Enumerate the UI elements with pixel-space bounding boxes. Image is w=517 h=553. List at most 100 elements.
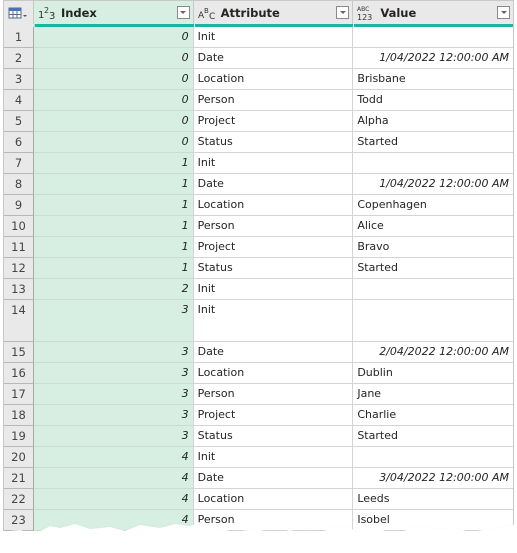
row-number[interactable]: 13 bbox=[4, 279, 34, 300]
cell-index[interactable]: 4 bbox=[33, 447, 194, 468]
cell-attribute[interactable]: Person bbox=[193, 90, 354, 111]
cell-index[interactable]: 1 bbox=[33, 258, 194, 279]
cell-attribute[interactable]: Date bbox=[193, 174, 354, 195]
row-number[interactable]: 3 bbox=[4, 69, 34, 90]
row-number[interactable]: 12 bbox=[4, 258, 34, 279]
row-number[interactable]: 21 bbox=[4, 468, 34, 489]
cell-index[interactable]: 4 bbox=[33, 489, 194, 510]
cell-attribute[interactable]: Person bbox=[193, 216, 354, 237]
table-row[interactable]: 14 3 Init bbox=[3, 300, 514, 342]
cell-value[interactable]: Jane bbox=[353, 384, 514, 405]
column-header-value[interactable]: ABC 123 Value bbox=[353, 1, 513, 24]
cell-attribute[interactable]: Location bbox=[193, 69, 354, 90]
cell-index[interactable]: 0 bbox=[33, 69, 194, 90]
cell-value[interactable] bbox=[353, 153, 514, 174]
row-number[interactable]: 17 bbox=[4, 384, 34, 405]
cell-index[interactable]: 1 bbox=[33, 195, 194, 216]
cell-attribute[interactable]: Init bbox=[193, 279, 354, 300]
cell-attribute[interactable]: Date bbox=[193, 342, 354, 363]
column-header-attribute[interactable]: ABC Attribute bbox=[194, 1, 354, 24]
cell-index[interactable]: 3 bbox=[33, 363, 194, 384]
cell-index[interactable]: 3 bbox=[33, 300, 194, 342]
cell-attribute[interactable]: Init bbox=[193, 447, 354, 468]
cell-index[interactable]: 3 bbox=[33, 426, 194, 447]
table-row[interactable]: 18 3 Project Charlie bbox=[3, 405, 514, 426]
table-row[interactable]: 12 1 Status Started bbox=[3, 258, 514, 279]
cell-attribute[interactable]: Date bbox=[193, 468, 354, 489]
cell-value[interactable]: Todd bbox=[353, 90, 514, 111]
table-row[interactable]: 7 1 Init bbox=[3, 153, 514, 174]
cell-attribute[interactable]: Status bbox=[193, 426, 354, 447]
any-type-icon[interactable]: ABC 123 bbox=[357, 5, 377, 21]
table-row[interactable]: 15 3 Date 2/04/2022 12:00:00 AM bbox=[3, 342, 514, 363]
cell-attribute[interactable]: Project bbox=[193, 405, 354, 426]
cell-attribute[interactable]: Init bbox=[193, 153, 354, 174]
row-number[interactable]: 6 bbox=[4, 132, 34, 153]
cell-value[interactable]: 1/04/2022 12:00:00 AM bbox=[353, 48, 514, 69]
cell-index[interactable]: 1 bbox=[33, 153, 194, 174]
whole-number-type-icon[interactable]: 123 bbox=[38, 6, 58, 20]
filter-dropdown-button[interactable] bbox=[336, 6, 350, 19]
cell-value[interactable]: Copenhagen bbox=[353, 195, 514, 216]
cell-value[interactable]: Dublin bbox=[353, 363, 514, 384]
table-row[interactable]: 2 0 Date 1/04/2022 12:00:00 AM bbox=[3, 48, 514, 69]
row-number[interactable]: 14 bbox=[4, 300, 34, 342]
cell-index[interactable]: 3 bbox=[33, 342, 194, 363]
table-row[interactable]: 3 0 Location Brisbane bbox=[3, 69, 514, 90]
row-number[interactable]: 5 bbox=[4, 111, 34, 132]
cell-attribute[interactable]: Project bbox=[193, 237, 354, 258]
table-row[interactable]: 10 1 Person Alice bbox=[3, 216, 514, 237]
filter-dropdown-button[interactable] bbox=[497, 6, 510, 19]
cell-value[interactable]: Alice bbox=[353, 216, 514, 237]
table-menu-button[interactable] bbox=[4, 1, 34, 24]
row-number[interactable]: 11 bbox=[4, 237, 34, 258]
cell-value[interactable]: Bravo bbox=[353, 237, 514, 258]
cell-index[interactable]: 0 bbox=[33, 48, 194, 69]
cell-value[interactable]: Started bbox=[353, 132, 514, 153]
table-row[interactable]: 17 3 Person Jane bbox=[3, 384, 514, 405]
row-number[interactable]: 7 bbox=[4, 153, 34, 174]
row-number[interactable]: 4 bbox=[4, 90, 34, 111]
cell-value[interactable]: Started bbox=[353, 426, 514, 447]
row-number[interactable]: 18 bbox=[4, 405, 34, 426]
cell-value[interactable]: Charlie bbox=[353, 405, 514, 426]
cell-value[interactable]: Alpha bbox=[353, 111, 514, 132]
cell-attribute[interactable]: Project bbox=[193, 111, 354, 132]
row-number[interactable]: 8 bbox=[4, 174, 34, 195]
table-row[interactable]: 13 2 Init bbox=[3, 279, 514, 300]
cell-value[interactable]: Brisbane bbox=[353, 69, 514, 90]
cell-attribute[interactable]: Status bbox=[193, 132, 354, 153]
row-number[interactable]: 16 bbox=[4, 363, 34, 384]
table-row[interactable]: 6 0 Status Started bbox=[3, 132, 514, 153]
row-number[interactable]: 9 bbox=[4, 195, 34, 216]
table-row[interactable]: 8 1 Date 1/04/2022 12:00:00 AM bbox=[3, 174, 514, 195]
row-number[interactable]: 19 bbox=[4, 426, 34, 447]
cell-value[interactable]: Leeds bbox=[353, 489, 514, 510]
cell-attribute[interactable]: Person bbox=[193, 384, 354, 405]
cell-index[interactable]: 0 bbox=[33, 132, 194, 153]
cell-index[interactable]: 2 bbox=[33, 279, 194, 300]
cell-index[interactable]: 4 bbox=[33, 468, 194, 489]
cell-value[interactable]: Started bbox=[353, 258, 514, 279]
row-number[interactable]: 2 bbox=[4, 48, 34, 69]
table-row[interactable]: 9 1 Location Copenhagen bbox=[3, 195, 514, 216]
cell-attribute[interactable]: Init bbox=[193, 300, 354, 342]
table-row[interactable]: 1 0 Init bbox=[3, 27, 514, 48]
row-number[interactable]: 22 bbox=[4, 489, 34, 510]
cell-value[interactable]: 1/04/2022 12:00:00 AM bbox=[353, 174, 514, 195]
cell-value[interactable] bbox=[353, 447, 514, 468]
row-number[interactable]: 15 bbox=[4, 342, 34, 363]
cell-attribute[interactable]: Location bbox=[193, 195, 354, 216]
cell-index[interactable]: 0 bbox=[33, 90, 194, 111]
cell-index[interactable]: 0 bbox=[33, 27, 194, 48]
row-number[interactable]: 20 bbox=[4, 447, 34, 468]
cell-value[interactable] bbox=[353, 300, 514, 342]
row-number[interactable]: 10 bbox=[4, 216, 34, 237]
table-row[interactable]: 16 3 Location Dublin bbox=[3, 363, 514, 384]
cell-value[interactable] bbox=[353, 27, 514, 48]
cell-index[interactable]: 1 bbox=[33, 174, 194, 195]
cell-index[interactable]: 3 bbox=[33, 405, 194, 426]
row-number[interactable]: 1 bbox=[4, 27, 34, 48]
table-row[interactable]: 22 4 Location Leeds bbox=[3, 489, 514, 510]
table-row[interactable]: 11 1 Project Bravo bbox=[3, 237, 514, 258]
